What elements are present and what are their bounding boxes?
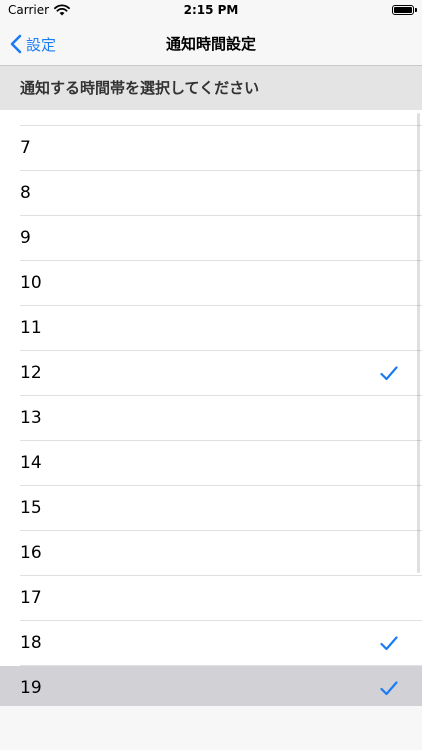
hour-row[interactable]: 7 bbox=[0, 126, 422, 171]
hour-row-label: 11 bbox=[20, 318, 42, 338]
hour-row[interactable]: 17 bbox=[0, 576, 422, 621]
hour-row[interactable]: 12 bbox=[0, 351, 422, 396]
hour-row[interactable]: 11 bbox=[0, 306, 422, 351]
hour-row[interactable]: 8 bbox=[0, 171, 422, 216]
hour-row[interactable]: 16 bbox=[0, 531, 422, 576]
hour-row-label: 18 bbox=[20, 633, 42, 653]
hour-row[interactable]: 18 bbox=[0, 621, 422, 666]
hour-row-label: 13 bbox=[20, 408, 42, 428]
hour-row[interactable]: 14 bbox=[0, 441, 422, 486]
bottom-area bbox=[0, 706, 422, 750]
hour-row[interactable]: 19 bbox=[0, 666, 422, 706]
hour-row-label: 19 bbox=[20, 678, 42, 698]
checkmark-icon bbox=[380, 681, 398, 696]
battery-icon bbox=[392, 5, 417, 15]
hour-row-label: 16 bbox=[20, 543, 42, 563]
hour-row[interactable]: 10 bbox=[0, 261, 422, 306]
page-title: 通知時間設定 bbox=[165, 35, 256, 53]
hour-row-label: 7 bbox=[20, 138, 31, 158]
hour-row[interactable]: 13 bbox=[0, 396, 422, 441]
hour-row[interactable]: 6 bbox=[0, 110, 422, 126]
hour-list[interactable]: 6 7 8 9 10 11 12 13 14 15 16 17 18 19 bbox=[0, 110, 422, 706]
hour-row-label: 10 bbox=[20, 273, 42, 293]
hour-row-label: 6 bbox=[20, 110, 31, 126]
hour-row-label: 14 bbox=[20, 453, 42, 473]
scroll-indicator[interactable] bbox=[417, 113, 420, 573]
hour-row-label: 17 bbox=[20, 588, 42, 608]
checkmark-icon bbox=[380, 366, 398, 381]
hour-row-label: 12 bbox=[20, 363, 42, 383]
section-header: 通知する時間帯を選択してください bbox=[0, 66, 422, 110]
hour-row-label: 8 bbox=[20, 183, 31, 203]
checkmark-icon bbox=[380, 636, 398, 651]
hour-row[interactable]: 15 bbox=[0, 486, 422, 531]
status-bar: Carrier 2:15 PM bbox=[0, 0, 422, 22]
status-time: 2:15 PM bbox=[183, 3, 239, 17]
hour-row-label: 9 bbox=[20, 228, 31, 248]
navigation-bar: 設定 通知時間設定 bbox=[0, 22, 422, 66]
hour-row[interactable]: 9 bbox=[0, 216, 422, 261]
hour-row-label: 15 bbox=[20, 498, 42, 518]
